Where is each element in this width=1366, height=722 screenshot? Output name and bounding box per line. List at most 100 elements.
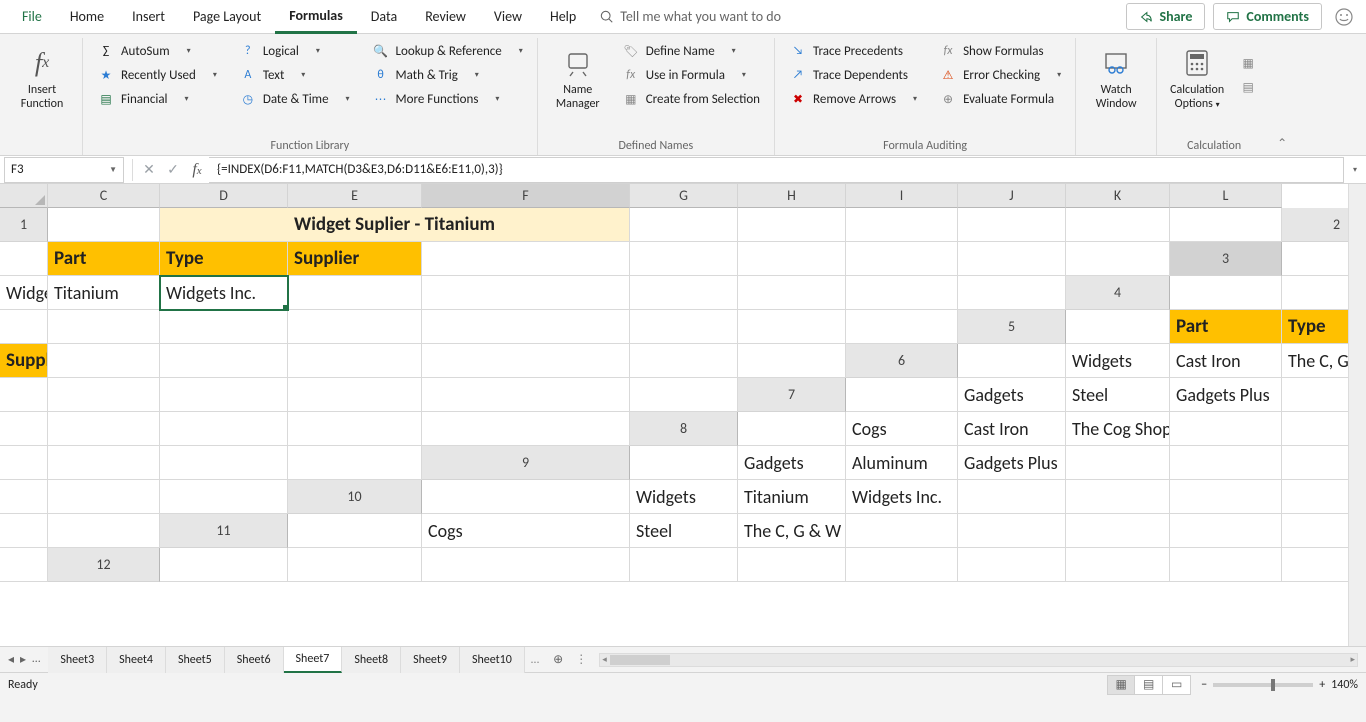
cell-H10[interactable] (1066, 480, 1170, 514)
row-header-4[interactable]: 4 (1066, 276, 1170, 310)
cell-E12[interactable] (422, 548, 630, 582)
cell-J1[interactable] (958, 208, 1066, 242)
financial-button[interactable]: ▤Financial ▾ (93, 88, 221, 110)
cell-J5[interactable] (422, 344, 630, 378)
use-in-formula-button[interactable]: fxUse in Formula ▾ (618, 64, 764, 86)
zoom-slider[interactable] (1213, 683, 1313, 687)
cell-I11[interactable] (1066, 514, 1170, 548)
cell-I12[interactable] (958, 548, 1066, 582)
cell-C12[interactable] (160, 548, 288, 582)
cell-K10[interactable] (0, 514, 48, 548)
cell-J8[interactable] (48, 446, 160, 480)
cell-E3[interactable]: Titanium (48, 276, 160, 310)
sheet-tab-Sheet7[interactable]: Sheet7 (284, 647, 343, 673)
col-header-I[interactable]: I (846, 184, 958, 208)
cell-G4[interactable] (160, 310, 288, 344)
calc-now-button[interactable]: ▦ (1235, 53, 1261, 75)
cell-H12[interactable] (846, 548, 958, 582)
cell-C4[interactable] (1170, 276, 1282, 310)
cell-F10[interactable]: Widgets Inc. (846, 480, 958, 514)
cell-G8[interactable] (1170, 412, 1282, 446)
tab-insert[interactable]: Insert (118, 0, 179, 34)
cell-H4[interactable] (288, 310, 422, 344)
row-header-12[interactable]: 12 (48, 548, 160, 582)
cell-D5[interactable]: Part (1170, 310, 1282, 344)
cell-E7[interactable]: Steel (1066, 378, 1170, 412)
math-trig-button[interactable]: θMath & Trig ▾ (368, 64, 527, 86)
cell-D10[interactable]: Widgets (630, 480, 738, 514)
cell-F11[interactable]: The C, G & W Co. (738, 514, 846, 548)
cell-D12[interactable] (288, 548, 422, 582)
row-header-10[interactable]: 10 (288, 480, 422, 514)
cell-D3[interactable]: Widgets (0, 276, 48, 310)
cell-C8[interactable] (738, 412, 846, 446)
select-all-button[interactable] (0, 184, 48, 208)
horizontal-scrollbar[interactable]: ◂▸ (599, 653, 1358, 667)
sheet-tab-Sheet3[interactable]: Sheet3 (48, 647, 107, 673)
cell-E4[interactable] (0, 310, 48, 344)
cell-H3[interactable] (422, 276, 630, 310)
cell-G3[interactable] (288, 276, 422, 310)
tab-file[interactable]: File (8, 0, 56, 34)
cell-J9[interactable] (0, 480, 48, 514)
cell-H11[interactable] (958, 514, 1066, 548)
cell-C2[interactable] (0, 242, 48, 276)
sheet-nav-prev[interactable]: ◂ (6, 652, 16, 667)
lookup-reference-button[interactable]: 🔍Lookup & Reference ▾ (368, 40, 527, 62)
cell-L1[interactable] (1170, 208, 1282, 242)
cell-G12[interactable] (738, 548, 846, 582)
sheet-nav-next[interactable]: ▸ (18, 652, 28, 667)
tab-data[interactable]: Data (357, 0, 411, 34)
more-functions-button[interactable]: ⋯More Functions ▾ (368, 88, 527, 110)
enter-formula-button[interactable]: ✓ (161, 161, 185, 178)
name-manager-button[interactable]: Name Manager (548, 40, 608, 112)
row-header-3[interactable]: 3 (1170, 242, 1282, 276)
cell-D6[interactable]: Widgets (1066, 344, 1170, 378)
sheet-tab-Sheet9[interactable]: Sheet9 (401, 647, 460, 673)
calc-sheet-button[interactable]: ▤ (1235, 77, 1261, 99)
sheet-tab-Sheet4[interactable]: Sheet4 (107, 647, 166, 673)
cell-K5[interactable] (630, 344, 738, 378)
cell-J6[interactable] (288, 378, 422, 412)
cell-J4[interactable] (630, 310, 738, 344)
cancel-formula-button[interactable]: ✕ (137, 161, 161, 178)
cell-K9[interactable] (48, 480, 160, 514)
cell-F5[interactable]: Suppliler (0, 344, 48, 378)
zoom-in-button[interactable]: + (1319, 678, 1325, 692)
sheet-tab-Sheet5[interactable]: Sheet5 (166, 647, 225, 673)
cell-C10[interactable] (422, 480, 630, 514)
cell-K2[interactable] (958, 242, 1066, 276)
row-header-8[interactable]: 8 (630, 412, 738, 446)
cell-F4[interactable] (48, 310, 160, 344)
cell-L6[interactable] (630, 378, 738, 412)
view-page-break-button[interactable]: ▭ (1163, 675, 1191, 695)
cell-G1[interactable] (630, 208, 738, 242)
tab-split-handle[interactable]: ⋮ (571, 652, 591, 667)
cell-E10[interactable]: Titanium (738, 480, 846, 514)
cell-I3[interactable] (630, 276, 738, 310)
tab-formulas[interactable]: Formulas (275, 0, 357, 34)
tab-review[interactable]: Review (411, 0, 480, 34)
tab-help[interactable]: Help (536, 0, 590, 34)
cell-F3[interactable]: Widgets Inc. (160, 276, 288, 310)
cell-L3[interactable] (958, 276, 1066, 310)
col-header-K[interactable]: K (1066, 184, 1170, 208)
cell-C11[interactable] (288, 514, 422, 548)
row-header-1[interactable]: 1 (0, 208, 48, 242)
cell-H1[interactable] (738, 208, 846, 242)
cell-C9[interactable] (630, 446, 738, 480)
formula-input[interactable]: {=INDEX(D6:F11,MATCH(D3&E3,D6:D11&E6:E11… (209, 157, 1344, 183)
logical-button[interactable]: ?Logical ▾ (235, 40, 354, 62)
cell-H7[interactable] (0, 412, 48, 446)
autosum-button[interactable]: ∑AutoSum ▾ (93, 40, 221, 62)
tab-view[interactable]: View (480, 0, 536, 34)
cell-D7[interactable]: Gadgets (958, 378, 1066, 412)
col-header-J[interactable]: J (958, 184, 1066, 208)
collapse-ribbon-button[interactable]: ⌃ (1271, 136, 1293, 155)
cell-G5[interactable] (48, 344, 160, 378)
cell-K4[interactable] (738, 310, 846, 344)
cell-L10[interactable] (48, 514, 160, 548)
calculation-options-button[interactable]: Calculation Options ▾ (1167, 40, 1227, 112)
date-time-button[interactable]: ◷Date & Time ▾ (235, 88, 354, 110)
sheet-tab-Sheet10[interactable]: Sheet10 (460, 647, 525, 673)
